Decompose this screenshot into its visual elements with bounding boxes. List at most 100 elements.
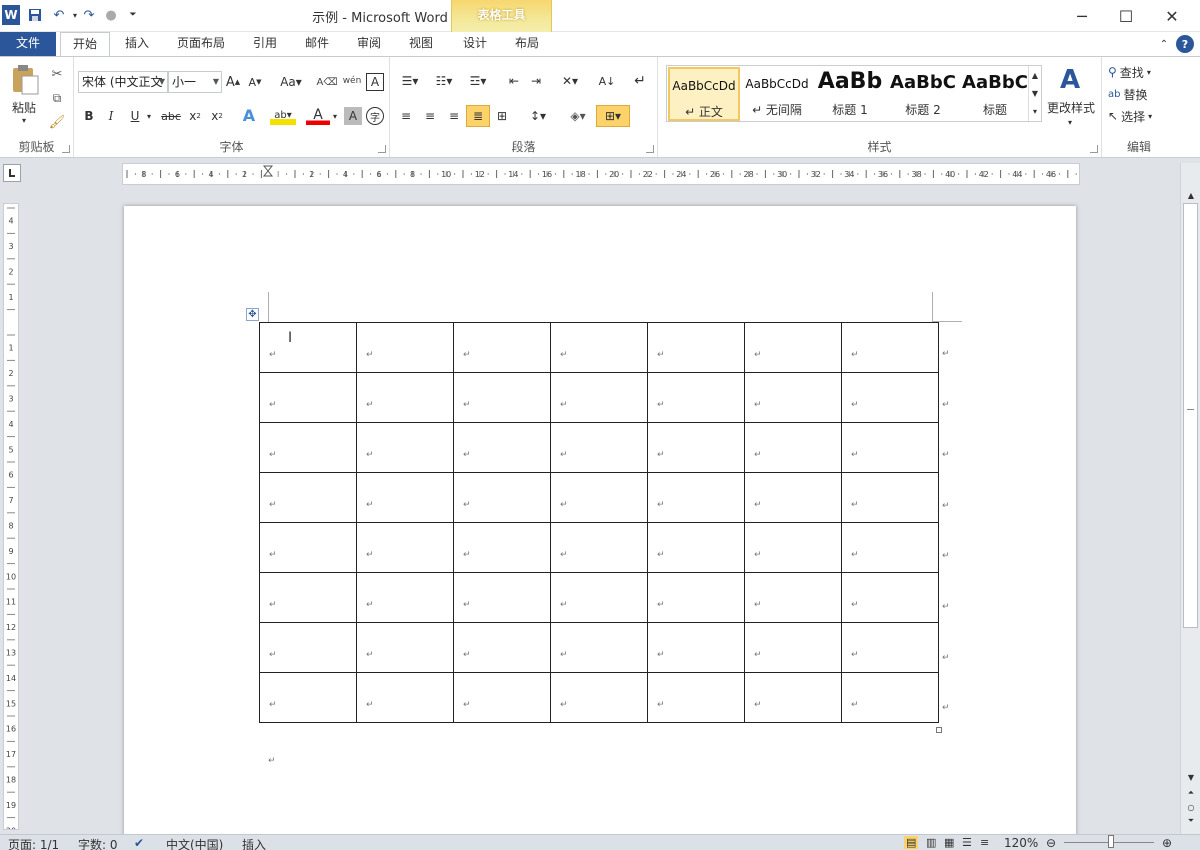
scroll-down-icon[interactable]: ▼	[1184, 771, 1198, 783]
font-launcher-icon[interactable]	[378, 145, 386, 153]
text-effects-icon[interactable]: A	[238, 105, 260, 125]
zoom-level[interactable]: 120%	[1004, 836, 1038, 850]
table-cell[interactable]: ↵	[259, 672, 357, 723]
tab-view[interactable]: 视图	[398, 32, 444, 56]
full-screen-reading-icon[interactable]: ▥	[926, 836, 936, 849]
table-cell[interactable]: ↵	[356, 322, 454, 373]
table-cell[interactable]: ↵	[259, 422, 357, 473]
underline-icon[interactable]: U	[126, 107, 144, 125]
table-cell[interactable]: ↵	[647, 472, 745, 523]
scrollbar-thumb[interactable]	[1183, 203, 1198, 628]
table-cell[interactable]: ↵	[841, 422, 939, 473]
table-cell[interactable]: ↵	[744, 422, 842, 473]
tab-home[interactable]: 开始	[60, 32, 110, 57]
web-layout-icon[interactable]: ▦	[944, 836, 954, 849]
paste-icon[interactable]	[8, 63, 42, 97]
help-icon[interactable]: ?	[1176, 35, 1194, 53]
justify-icon[interactable]: ≣	[466, 105, 490, 127]
table-cell[interactable]: ↵	[550, 622, 648, 673]
table-cell[interactable]: ↵	[550, 322, 648, 373]
tab-mailings[interactable]: 邮件	[296, 32, 338, 56]
table-cell[interactable]: ↵	[453, 622, 551, 673]
tab-design[interactable]: 设计	[453, 32, 497, 56]
bold-icon[interactable]: B	[80, 107, 98, 125]
tab-review[interactable]: 审阅	[348, 32, 390, 56]
table-cell[interactable]: ↵	[453, 372, 551, 423]
table-cell[interactable]: ↵	[550, 422, 648, 473]
tab-selector-icon[interactable]	[3, 164, 21, 182]
shading-icon[interactable]: ◈▾	[564, 107, 592, 125]
sort-icon[interactable]: A↓	[596, 71, 618, 91]
table-move-handle-icon[interactable]: ✥	[246, 308, 259, 321]
align-center-icon[interactable]: ≡	[420, 107, 440, 125]
table-cell[interactable]: ↵	[841, 672, 939, 723]
tab-page-layout[interactable]: 页面布局	[168, 32, 234, 56]
table-cell[interactable]: ↵	[356, 422, 454, 473]
superscript-icon[interactable]: x2	[208, 107, 226, 125]
clear-formatting-icon[interactable]: A⌫	[317, 73, 338, 91]
clipboard-launcher-icon[interactable]	[62, 145, 70, 153]
font-name-combo[interactable]: 宋体 (中文正文 ▼	[78, 71, 168, 93]
change-styles-icon[interactable]: A	[1052, 65, 1088, 95]
table-cell[interactable]: ↵	[744, 572, 842, 623]
grow-font-icon[interactable]: A ▲	[224, 73, 242, 91]
zoom-slider-thumb[interactable]	[1108, 835, 1114, 848]
decrease-indent-icon[interactable]: ⇤	[504, 71, 524, 91]
line-spacing-icon[interactable]: ↕▾	[524, 107, 552, 125]
horizontal-ruler[interactable]: 8 6 4 2 2 4 6 8 10 12 14 16 18 20 22 24 26 28 30 32 34 36 38 40…	[122, 163, 1094, 185]
table-resize-handle-icon[interactable]	[936, 727, 942, 733]
phonetic-guide-icon[interactable]: wén	[342, 71, 362, 91]
bullets-icon[interactable]: ☰▾	[396, 71, 424, 91]
tab-insert[interactable]: 插入	[114, 32, 160, 56]
table-cell[interactable]: ↵	[550, 522, 648, 573]
table-cell[interactable]: ↵	[647, 622, 745, 673]
table-cell[interactable]: ↵	[453, 672, 551, 723]
table-cell[interactable]: ↵	[744, 322, 842, 373]
style-heading-2[interactable]: AaBbC 标题 2	[887, 67, 959, 121]
change-styles-label[interactable]: 更改样式	[1044, 99, 1098, 115]
gallery-scroll-up-icon[interactable]: ▲	[1028, 66, 1041, 84]
browse-object-icon[interactable]: ○	[1184, 801, 1198, 813]
table-cell[interactable]: ↵	[647, 572, 745, 623]
proofing-icon[interactable]: ✔	[134, 836, 144, 850]
vertical-ruler[interactable]: 43211234567891011121314151617181920	[3, 203, 19, 835]
gallery-scroll-down-icon[interactable]: ▼	[1028, 84, 1041, 102]
vertical-scrollbar[interactable]: ▲ ▼ ⏶ ○ ⏷	[1180, 163, 1200, 834]
table-cell[interactable]: ↵	[453, 422, 551, 473]
change-styles-dropdown-icon[interactable]: ▾	[1064, 117, 1076, 127]
language[interactable]: 中文(中国)	[166, 836, 223, 850]
table-cell[interactable]: ↵	[744, 622, 842, 673]
replace-button[interactable]: ab 替换	[1108, 85, 1170, 103]
page-count[interactable]: 页面: 1/1	[8, 836, 59, 850]
chinese-layout-icon[interactable]: ✕▾	[556, 71, 584, 91]
select-button[interactable]: ↖ 选择 ▾	[1108, 107, 1170, 125]
table-cell[interactable]: ↵	[259, 622, 357, 673]
table-cell[interactable]: ↵	[453, 472, 551, 523]
table-cell[interactable]: ↵	[259, 472, 357, 523]
font-color-icon[interactable]: A	[306, 105, 330, 125]
table-cell[interactable]: ↵	[647, 322, 745, 373]
table-cell[interactable]: ↵	[356, 622, 454, 673]
highlight-icon[interactable]: ab▾	[270, 105, 296, 125]
table-cell[interactable]: ↵	[356, 572, 454, 623]
align-left-icon[interactable]: ≡	[396, 107, 416, 125]
table-cell[interactable]: ↵	[647, 522, 745, 573]
character-shading-icon[interactable]: A	[344, 107, 362, 125]
tab-references[interactable]: 引用	[244, 32, 286, 56]
scroll-up-icon[interactable]: ▲	[1184, 189, 1198, 201]
table-cell[interactable]: ↵	[550, 372, 648, 423]
table-cell[interactable]: ↵	[356, 372, 454, 423]
table-cell[interactable]: ↵	[841, 372, 939, 423]
font-color-dropdown-icon[interactable]: ▾	[330, 107, 340, 125]
increase-indent-icon[interactable]: ⇥	[526, 71, 546, 91]
document-table[interactable]: ↵ ↵ ↵ ↵ ↵ ↵ ↵ ↵ ↵ ↵ ↵ ↵ ↵ ↵ ↵ ↵ ↵ ↵ ↵ ↵ ↵ ↵ ↵ ↵ ↵ ↵ ↵ ↵ ↵ ↵ ↵ ↵ ↵ ↵ ↵ ↵ ↵ ↵ ↵ ↵…	[259, 322, 939, 723]
styles-launcher-icon[interactable]	[1090, 145, 1098, 153]
table-cell[interactable]: ↵	[647, 672, 745, 723]
maximize-button[interactable]: ☐	[1106, 2, 1146, 30]
copy-icon[interactable]: ⧉	[48, 89, 66, 107]
style-normal[interactable]: AaBbCcDd ↵ 正文	[668, 67, 740, 121]
table-cell[interactable]: ↵	[259, 322, 357, 373]
table-cell[interactable]: ↵	[550, 472, 648, 523]
style-heading-1[interactable]: AaBb 标题 1	[814, 67, 886, 121]
table-cell[interactable]: ↵	[841, 622, 939, 673]
